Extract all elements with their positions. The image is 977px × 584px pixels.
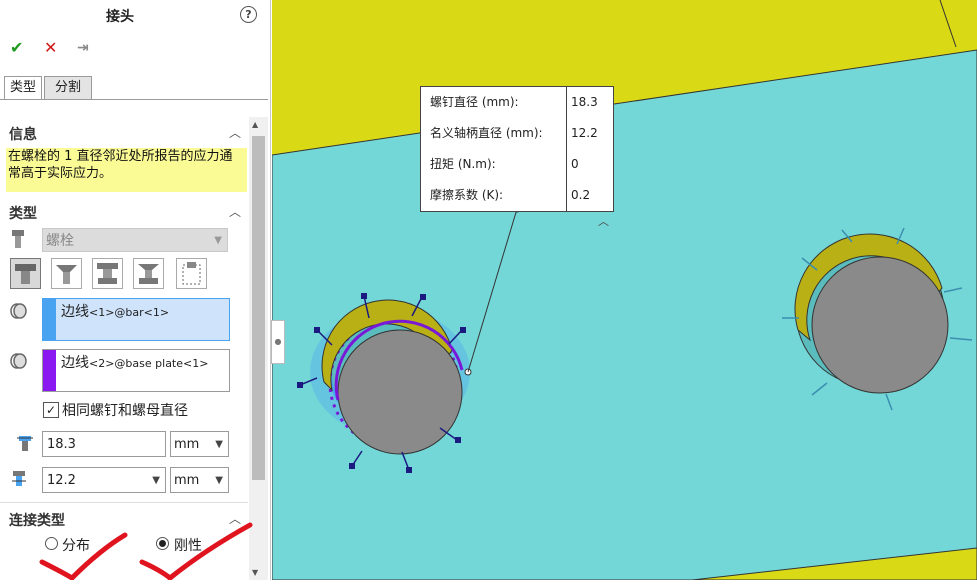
edge2-color-swatch xyxy=(43,350,56,391)
callout-value: 0 xyxy=(571,157,579,171)
edge1-color-swatch xyxy=(43,299,56,340)
callout-value: 0.2 xyxy=(571,188,591,202)
edge-select-icon xyxy=(9,302,29,324)
same-diameter-checkbox[interactable]: ✓ xyxy=(43,402,59,418)
chevron-down-icon: ▼ xyxy=(215,475,223,486)
collapse-type-icon[interactable]: ︿ xyxy=(229,203,241,220)
edge2-sub: <2>@base plate<1> xyxy=(89,357,209,370)
check-mark-annotation-2 xyxy=(139,522,253,580)
bolt-hex-head-button[interactable] xyxy=(10,258,41,289)
head-unit-value: mm xyxy=(174,437,200,452)
panel-title: 接头 xyxy=(106,9,134,25)
check-mark-annotation-1 xyxy=(39,532,128,580)
callout-row: 名义轴柄直径 (mm): 12.2 xyxy=(421,118,613,149)
chevron-down-icon: ▼ xyxy=(152,475,160,486)
callout-label: 扭矩 (N.m): xyxy=(430,157,496,171)
callout-row: 摩擦系数 (K): 0.2 xyxy=(421,180,613,211)
connector-type-select[interactable]: 螺栓 ▼ xyxy=(42,228,228,252)
ok-button[interactable]: ✔ xyxy=(10,38,23,57)
info-heading: 信息 xyxy=(9,127,37,143)
scroll-up-icon[interactable]: ▲ xyxy=(252,120,258,129)
tab-type[interactable]: 类型 xyxy=(4,76,42,100)
edge1-selection-box[interactable]: 边线<1>@bar<1> xyxy=(42,298,230,341)
edge2-selection-box[interactable]: 边线<2>@base plate<1> xyxy=(42,349,230,392)
bolt-type-icon xyxy=(10,229,26,253)
chevron-down-icon: ▼ xyxy=(214,235,222,246)
callout-label: 螺钉直径 (mm): xyxy=(430,95,519,109)
same-diameter-label: 相同螺钉和螺母直径 xyxy=(62,403,188,419)
bolt-head-right xyxy=(811,256,949,394)
shank-diameter-value: 12.2 xyxy=(47,473,76,488)
edge2-label: 边线 xyxy=(61,355,89,371)
panel-splitter-handle[interactable]: ● xyxy=(271,320,285,364)
cancel-button[interactable]: ✕ xyxy=(44,38,57,57)
shank-unit-select[interactable]: mm ▼ xyxy=(170,467,229,493)
bolt-countersink-button[interactable] xyxy=(51,258,82,289)
callout-value: 18.3 xyxy=(571,95,598,109)
bolt-callout[interactable]: 螺钉直径 (mm): 18.3 名义轴柄直径 (mm): 12.2 扭矩 (N.m)… xyxy=(420,86,614,212)
help-icon[interactable]: ? xyxy=(240,6,257,23)
head-diameter-icon xyxy=(16,434,34,456)
shank-unit-value: mm xyxy=(174,473,200,488)
tab-divider xyxy=(0,99,268,100)
callout-value: 12.2 xyxy=(571,126,598,140)
bolt-hole-button[interactable] xyxy=(176,258,207,289)
type-heading: 类型 xyxy=(9,206,37,222)
chevron-down-icon: ▼ xyxy=(215,439,223,450)
tab-split[interactable]: 分割 xyxy=(44,76,92,100)
edge1-label: 边线 xyxy=(61,304,89,320)
property-manager: 接头 ? ✔ ✕ ⇥ 类型 分割 信息 ︿ 在螺栓的 1 直径邻近处所报告的应力… xyxy=(0,0,271,580)
shank-diameter-input[interactable]: 12.2 ▼ xyxy=(42,467,166,493)
model-view xyxy=(271,0,977,581)
head-diameter-input[interactable]: 18.3 xyxy=(42,431,166,457)
shank-diameter-icon xyxy=(10,469,28,491)
edge-select-icon-2 xyxy=(9,352,29,374)
bolt-head xyxy=(337,329,463,455)
graphics-viewport[interactable]: ︿ xyxy=(271,0,977,581)
panel-scrollbar-thumb[interactable] xyxy=(252,136,265,480)
bolt-countersink-nut-button[interactable] xyxy=(133,258,164,289)
collapse-info-icon[interactable]: ︿ xyxy=(229,124,241,141)
bolt-nut-button[interactable] xyxy=(92,258,123,289)
callout-label: 摩擦系数 (K): xyxy=(430,188,504,202)
callout-row: 螺钉直径 (mm): 18.3 xyxy=(421,87,613,118)
callout-row: 扭矩 (N.m): 0 xyxy=(421,149,613,180)
connector-type-value: 螺栓 xyxy=(46,233,74,249)
callout-label: 名义轴柄直径 (mm): xyxy=(430,126,543,140)
info-message: 在螺栓的 1 直径邻近处所报告的应力通常高于实际应力。 xyxy=(6,148,247,192)
pin-icon[interactable]: ⇥ xyxy=(77,40,89,56)
collapse-callout-icon[interactable]: ︿ xyxy=(598,213,609,229)
red-annotation-marks xyxy=(39,522,253,580)
edge1-sub: <1>@bar<1> xyxy=(89,306,170,319)
head-unit-select[interactable]: mm ▼ xyxy=(170,431,229,457)
